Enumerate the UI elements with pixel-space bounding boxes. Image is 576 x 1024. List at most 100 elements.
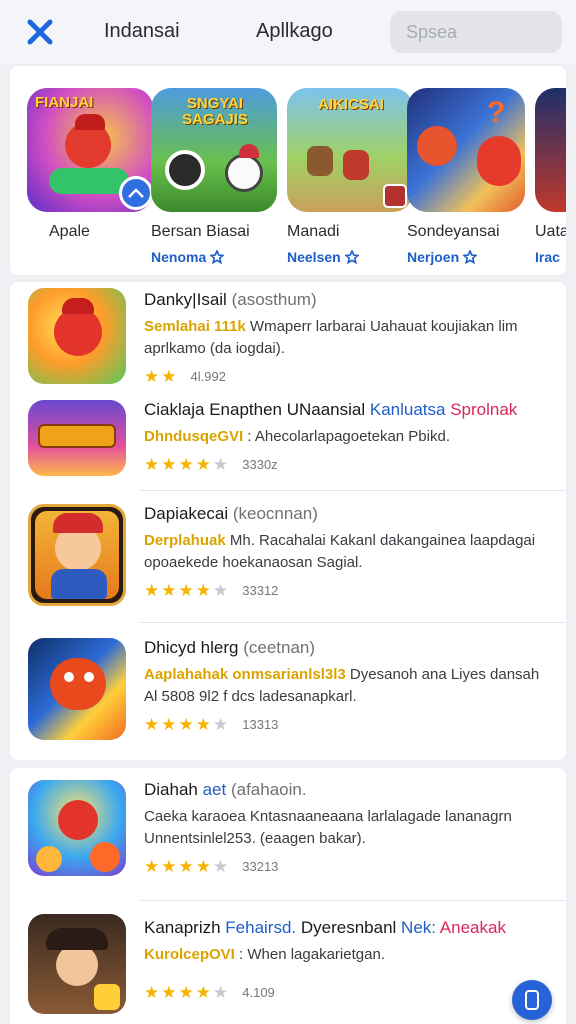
app-subtitle: (afahaoin. [230,780,307,799]
coin-shape [36,846,62,872]
featured-app-3[interactable]: ? Sondeyansai Nerjoen [407,88,533,265]
app-title: Danky|Isail (asosthum) [144,290,552,310]
app-description: Caeka karaoea Kntasnaaneaana larlalagade… [144,806,552,850]
app-description: Derplahuak Mh. Racahalai Kakanl dakangai… [144,530,552,574]
list-item[interactable]: Dhicyd hlerg (ceetnan) Aaplahahak onmsar… [10,638,566,742]
list-item-text: Kanaprizh Fehairsd. Dyeresnbanl Nek: Ane… [144,918,552,1001]
app-description: KurolcepOVI : When lagakarietgan. [144,944,552,966]
list-item[interactable]: Dapiakecai (keocnnan) Derplahuak Mh. Rac… [10,504,566,608]
star-empty-icon: ★ [213,715,229,734]
featured-app-2[interactable]: AIKICSAI Manadi Neelsen [287,88,413,265]
character-eye [64,672,74,682]
app-subtitle: (asosthum) [231,290,317,309]
app-subtitle: (ceetnan) [243,638,316,657]
divider [140,490,566,491]
star-filled-icon: ★ [144,581,160,600]
logo-banner [38,424,116,448]
app-name: Diahah [144,780,198,799]
badge-star-icon [210,250,225,264]
featured-app-tag: Neelsen [287,249,413,265]
app-icon [28,400,126,476]
featured-app-1[interactable]: SNGYAI SAGAJIS Bеrsan Biasai Nenoma [151,88,277,265]
divider [140,622,566,623]
star-empty-icon: ★ [213,581,229,600]
list-item[interactable]: Kanaprizh Fehairsd. Dyeresnbanl Nek: Ane… [10,914,566,1014]
desc-highlight: Semlahai 111k [144,318,246,335]
featured-app-4[interactable]: Uata Irac [535,88,566,265]
app-description: Aaplahahak onmsarianlsl3l3 Dyesanoh ana … [144,664,552,708]
featured-app-art [535,88,566,212]
desc-highlight: Aaplahahak onmsarianlsl3l3 [144,666,346,683]
app-subtitle: (keocnnan) [232,504,318,523]
star-empty-icon: ★ [213,455,229,474]
star-filled-icon: ★ [144,367,160,386]
app-list-card: Danky|Isail (asosthum) Semlahai 111k Wma… [10,282,566,760]
star-filled-icon: ★ [195,857,211,876]
floating-action-button[interactable] [512,980,552,1020]
star-filled-icon: ★ [195,581,211,600]
app-name: Danky|Isail [144,290,227,309]
star-filled-icon: ★ [161,857,177,876]
app-list-card: Diahah aet (afahaoin. Caeka karaoea Knta… [10,768,566,1024]
featured-art-title: SNGYAI SAGAJIS [182,95,248,128]
star-filled-icon: ★ [144,715,160,734]
desc-highlight: KurolcepOVI [144,946,235,963]
list-item[interactable]: Diahah aet (afahaoin. Caeka karaoea Knta… [10,780,566,884]
rating: ★ ★ 4l.992 [144,368,552,385]
character-panda-shape [165,150,205,190]
featured-art-title: FIANJAI [35,94,94,111]
tab-apllkago[interactable]: Apllkago [256,20,333,43]
title-tag: Kanluatsa [365,400,446,419]
app-icon [28,914,126,1014]
title-tag: Sprolnak [445,400,518,419]
badge-star-icon [344,250,359,264]
title-tag: Nek: [396,918,437,937]
search-input[interactable] [390,11,562,53]
character-hat [53,513,103,533]
rating: ★ ★ ★ ★ ★ 3330z [144,456,552,473]
star-empty-icon: ★ [213,983,229,1002]
app-icon [28,504,126,606]
list-item[interactable]: Danky|Isail (asosthum) Semlahai 111k Wma… [10,288,566,392]
title-tag: Fehairsd. [220,918,297,937]
rating: ★ ★ ★ ★ ★ 33312 [144,582,552,599]
divider [140,900,566,901]
star-filled-icon: ★ [195,983,211,1002]
tab-indansai[interactable]: Indansai [104,20,180,43]
featured-app-name: Uata [535,223,566,240]
desc-highlight: DhndusqeGVI [144,428,244,445]
rating-count: 33312 [242,583,279,598]
mini-icon [383,184,407,208]
app-description: Semlahai 111k Wmaperr larbarai Uahauat k… [144,316,552,360]
star-filled-icon: ★ [144,455,160,474]
featured-app-0[interactable]: FIANJAI Apale [27,88,153,241]
badge-icon [119,176,153,210]
tag-label: Nenoma [151,249,207,265]
rating-count: 4.109 [242,985,275,1000]
character-hat [239,144,259,158]
app-name: Kanaprizh [144,918,221,937]
star-filled-icon: ★ [144,857,160,876]
star-filled-icon: ★ [144,983,160,1002]
app-name: Dapiakecai [144,504,229,523]
star-filled-icon: ★ [178,581,194,600]
star-empty-icon: ★ [213,857,229,876]
featured-app-tag: Irac [535,249,566,265]
rating-count: 13313 [242,717,279,732]
list-item-text: Dapiakecai (keocnnan) Derplahuak Mh. Rac… [144,504,552,599]
featured-app-tag: Nerjoen [407,249,533,265]
star-filled-icon: ★ [178,455,194,474]
list-item-text: Diahah aet (afahaoin. Caeka karaoea Knta… [144,780,552,875]
desc-text: : Ahecolarlapagoetekan Pbikd. [243,428,450,445]
character-shape [50,658,106,710]
list-item[interactable]: Ciaklaja Enapthen UNaansial Kanluatsa Sp… [10,400,566,500]
close-button[interactable] [22,14,58,50]
character-body [51,569,107,599]
character-hat [46,928,108,950]
rating: ★ ★ ★ ★ ★ 33213 [144,858,552,875]
phone-icon [525,990,539,1010]
emoji-badge [94,984,120,1010]
rating-count: 33213 [242,859,279,874]
character-shape [58,800,98,840]
star-filled-icon: ★ [178,857,194,876]
